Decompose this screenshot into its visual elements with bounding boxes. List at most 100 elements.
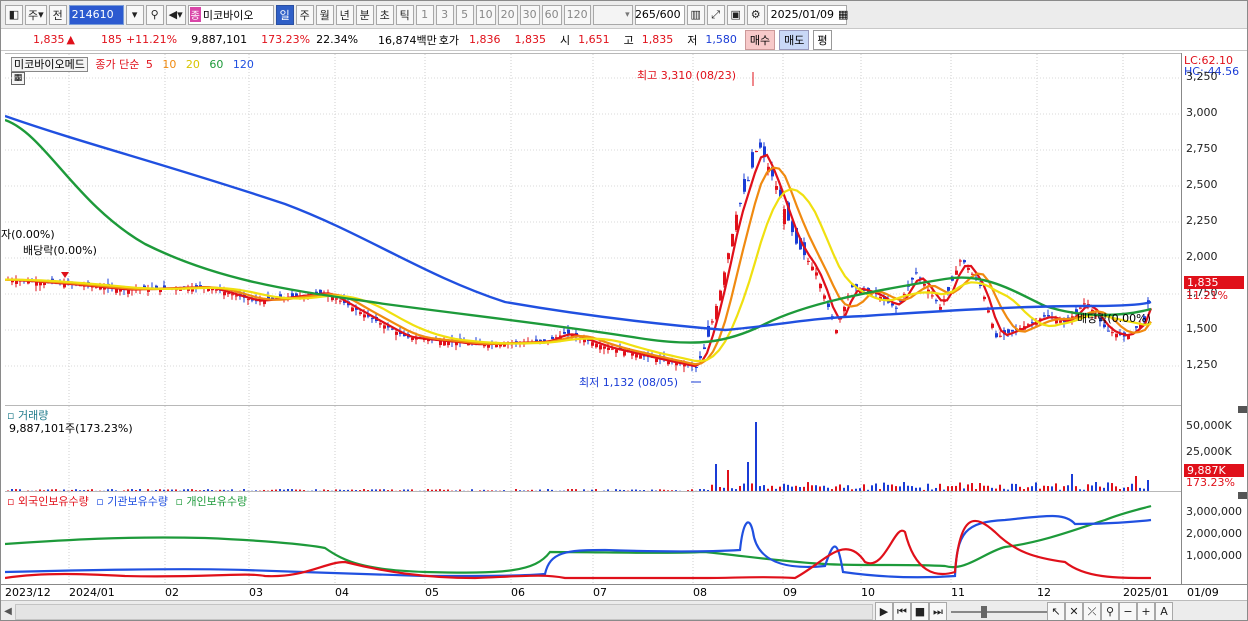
candle-type-icon[interactable]: ▥ — [686, 4, 705, 25]
candle-body — [819, 283, 822, 289]
price-legend: 미코바이오메드 종가 단순 5 10 20 60 120 — [11, 56, 254, 72]
interval-1[interactable]: 1 — [415, 4, 434, 25]
candle-body — [1115, 333, 1118, 338]
average-button[interactable]: 평 — [813, 29, 832, 50]
open-price: 1,651 — [578, 33, 610, 46]
date-value: 2025/01/09 — [770, 8, 835, 21]
interval-30[interactable]: 30 — [519, 4, 540, 25]
date-input[interactable]: 2025/01/09 ▦ — [766, 4, 848, 25]
x-axis: 2023/12 2024/01 02 03 04 05 06 07 08 09 … — [1, 584, 1247, 600]
candle-body — [607, 347, 610, 350]
candle-body — [623, 351, 626, 356]
save-icon[interactable]: ▣ — [726, 4, 745, 25]
legend-ma10: 10 — [162, 58, 177, 71]
trade-amount: 16,874백만 — [378, 33, 437, 47]
interval-3[interactable]: 3 — [435, 4, 454, 25]
scroll-right-icon[interactable]: ▶ — [875, 601, 893, 620]
x-label-04: 04 — [335, 586, 349, 599]
interval-10[interactable]: 10 — [475, 4, 496, 25]
candle-body — [551, 336, 554, 339]
legend-individual: ▫ 개인보유수량 — [175, 495, 248, 508]
x-label-07: 07 — [593, 586, 607, 599]
magnify-icon[interactable]: ⚲ — [1101, 601, 1119, 620]
candle-body — [967, 268, 970, 270]
holdings-pane-close-icon[interactable] — [1238, 492, 1247, 499]
sell-button[interactable]: 매도 — [779, 29, 810, 50]
interval-custom-select[interactable]: ▾ — [592, 4, 633, 25]
interval-120[interactable]: 120 — [563, 4, 591, 25]
trend-icon[interactable]: ⤫ — [1083, 601, 1101, 620]
x-label-05: 05 — [425, 586, 439, 599]
interval-60[interactable]: 60 — [541, 4, 562, 25]
candle-body — [699, 356, 702, 359]
candle-body — [931, 295, 934, 297]
ask-price-2: 1,835 — [514, 33, 547, 46]
period-day[interactable]: 일 — [275, 4, 294, 25]
cross-icon[interactable]: ✕ — [1065, 601, 1083, 620]
stop-icon[interactable]: ■ — [911, 601, 929, 620]
zoom-in-icon[interactable]: + — [1137, 601, 1155, 620]
layout-icon[interactable]: ◧ — [5, 4, 23, 25]
period-week[interactable]: 주 — [295, 4, 314, 25]
volume-pane-close-icon[interactable] — [1238, 406, 1247, 413]
horizontal-scrollbar[interactable] — [15, 603, 873, 620]
x-label-12: 12 — [1037, 586, 1051, 599]
jump-start-icon[interactable]: ⏮ — [893, 601, 911, 620]
scroll-left-icon[interactable]: ◀ — [1, 606, 15, 617]
jump-end-icon[interactable]: ⏭ — [929, 601, 947, 620]
moving-average-line — [5, 153, 1153, 368]
candle-body — [335, 298, 338, 300]
price-chart-pane[interactable]: 미코바이오메드 종가 단순 5 10 20 60 120 ▦ 최고 3,310 … — [1, 53, 1181, 406]
period-minute[interactable]: 분 — [355, 4, 374, 25]
period-tick[interactable]: 틱 — [395, 4, 414, 25]
x-label-08: 08 — [693, 586, 707, 599]
market-select[interactable]: 전 — [48, 4, 67, 25]
zoom-slider-handle[interactable] — [981, 605, 987, 618]
x-label-2025-01: 2025/01 — [1123, 586, 1169, 599]
period-year[interactable]: 년 — [335, 4, 354, 25]
calendar-icon[interactable]: ▦ — [838, 8, 848, 21]
candle-body — [815, 272, 818, 276]
price-y-axis: LC:62.10 HC:-44.56 3,250 3,000 2,750 2,500 2… — [1181, 53, 1247, 405]
interval-20[interactable]: 20 — [497, 4, 518, 25]
dividend-annotation-1: 자(0.00%) — [1, 228, 55, 241]
candle-body — [743, 179, 746, 192]
period-second[interactable]: 초 — [375, 4, 394, 25]
candle-body — [935, 300, 938, 302]
legend-ma60: 60 — [209, 58, 224, 71]
interval-5[interactable]: 5 — [455, 4, 474, 25]
zoom-slider[interactable] — [951, 605, 1047, 619]
search-icon[interactable]: ⚲ — [145, 4, 164, 25]
volume-pct: 173.23% — [261, 33, 311, 46]
stock-code-input[interactable]: 214610 — [68, 4, 124, 25]
count-input[interactable]: 265/600 — [634, 4, 685, 25]
candle-body — [811, 266, 814, 271]
candle-body — [563, 332, 566, 334]
candle-body — [363, 314, 366, 318]
period-month[interactable]: 월 — [315, 4, 334, 25]
buy-button[interactable]: 매수 — [744, 29, 776, 50]
price-tick-1500: 1,500 — [1186, 322, 1218, 335]
bottom-bar: ◀ ▶ ⏮ ■ ⏭ ↖ ✕ ⤫ ⚲ − + A — [1, 600, 1247, 620]
volume-pane[interactable]: ▫ 거래량 9,887,101주(173.23%) — [5, 405, 1181, 492]
font-size-icon[interactable]: A — [1155, 601, 1173, 620]
legend-stock-name[interactable]: 미코바이오메드 — [11, 57, 88, 72]
draw-tool-icon[interactable]: ⤢ — [706, 4, 725, 25]
price-tick-3250: 3,250 — [1186, 70, 1218, 83]
dividend-annotation-2: 배당락(0.00%) — [23, 244, 97, 257]
stock-name-field[interactable]: 종 미코바이오 — [187, 4, 274, 25]
price-tick-3000: 3,000 — [1186, 106, 1218, 119]
candle-body — [227, 293, 230, 295]
settings-icon[interactable]: ⚙ — [746, 4, 765, 25]
candle-body — [731, 234, 734, 247]
volume-bar — [715, 464, 717, 492]
holdings-pane[interactable]: ▫ 외국인보유수량 ▫ 기관보유수량 ▫ 개인보유수량 — [5, 491, 1181, 585]
mode-select[interactable]: 주 ▾ — [25, 4, 47, 25]
draw-line-icon[interactable]: ↖ — [1047, 601, 1065, 620]
candle-body — [947, 287, 950, 291]
speaker-icon[interactable]: ◀▾ — [165, 4, 186, 25]
zoom-out-icon[interactable]: − — [1119, 601, 1137, 620]
code-dropdown-icon[interactable]: ▾ — [125, 4, 144, 25]
individual-holding-line — [5, 504, 1152, 574]
current-pct-marker: 11.21% — [1186, 289, 1228, 302]
